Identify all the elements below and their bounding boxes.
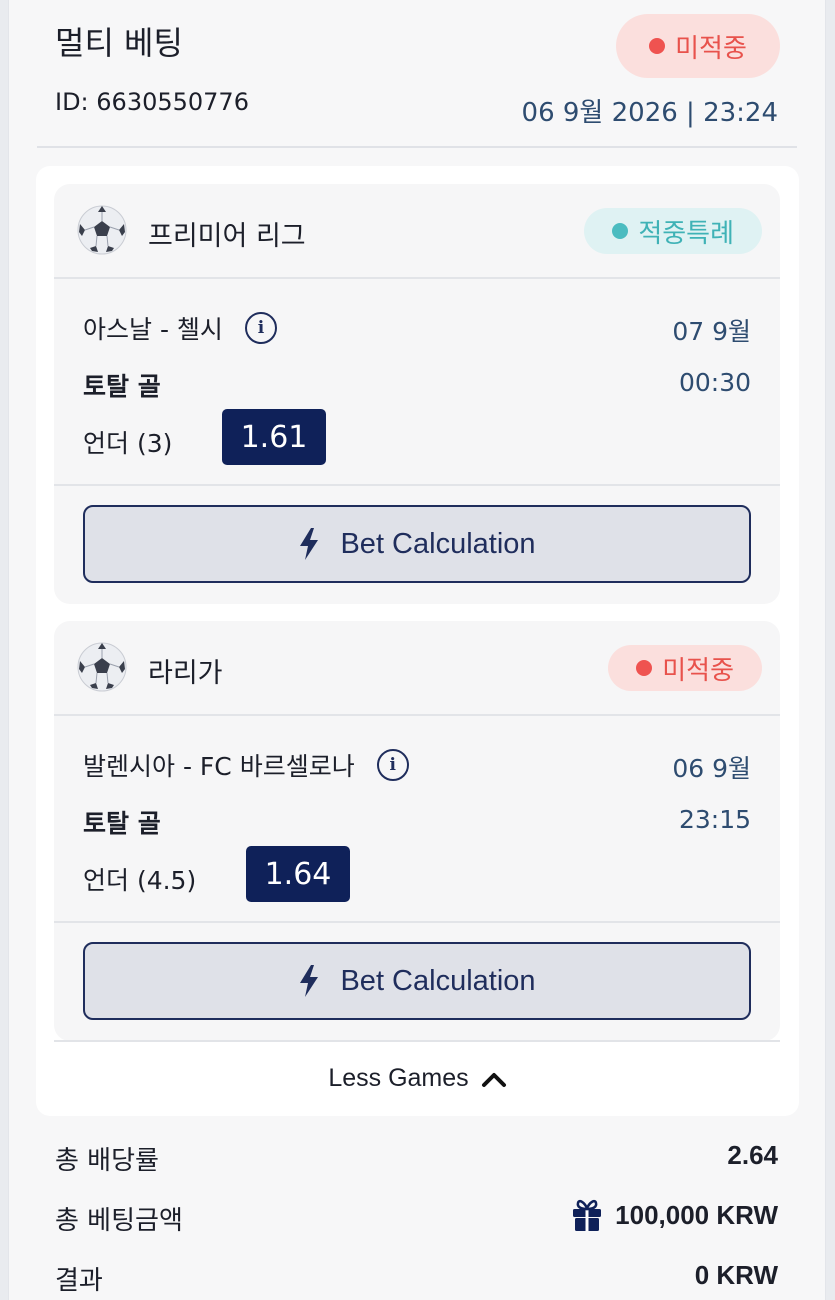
chevron-up-icon [481,1072,506,1087]
game-status-label: 적중특례 [638,218,734,249]
bet-status-badge: 미적중 [616,14,780,78]
total-stake: 100,000 KRW [571,1198,778,1232]
league-name: 라리가 [148,658,223,689]
game-status-badge: 적중특례 [584,208,762,254]
total-stake-value: 100,000 KRW [615,1199,778,1230]
market-name: 토탈 골 [83,809,161,838]
info-icon[interactable]: i [376,749,409,781]
less-games-toggle[interactable]: Less Games [36,1064,799,1093]
bet-calculation-button[interactable]: Bet Calculation [83,942,751,1020]
league-name: 프리미어 리그 [148,221,306,252]
total-stake-label: 총 베팅금액 [55,1206,183,1236]
lightning-bolt-icon [300,528,319,560]
match-teams: 아스날 - 첼시 [83,315,223,344]
match-teams: 발렌시아 - FC 바르셀로나 [83,752,355,781]
game-time: 00:30 [678,368,751,397]
total-odds-label: 총 배당률 [55,1146,159,1176]
less-games-divider [54,1040,780,1042]
game-header: 라리가 미적중 [54,621,780,715]
bet-calculation-label: Bet Calculation [340,527,536,560]
game-item: 프리미어 리그 적중특례 아스날 - 첼시 i 07 9월 토탈 골 00:30… [54,184,780,604]
header-divider [37,146,797,148]
game-status-label: 미적중 [662,655,734,686]
bet-id: ID: 6630550776 [55,88,249,116]
result-label: 결과 [55,1266,103,1296]
bet-calculation-label: Bet Calculation [340,964,536,997]
bet-type-title: 멀티 베팅 [55,24,183,62]
soccer-ball-icon [77,642,127,692]
selection-name: 언더 (4.5) [83,866,197,895]
total-odds-value: 2.64 [727,1140,778,1170]
info-icon[interactable]: i [244,312,277,344]
games-card: 프리미어 리그 적중특례 아스날 - 첼시 i 07 9월 토탈 골 00:30… [36,166,799,1116]
game-item: 라리가 미적중 발렌시아 - FC 바르셀로나 i 06 9월 토탈 골 23:… [54,621,780,1041]
game-header: 프리미어 리그 적중특례 [54,184,780,278]
game-date: 07 9월 [672,317,751,346]
odds-badge: 1.61 [222,409,326,465]
bet-datetime: 06 9월 2026 | 23:24 [521,98,778,128]
odds-badge: 1.64 [246,846,350,902]
status-dot-icon [636,660,653,676]
selection-name: 언더 (3) [83,429,173,458]
less-games-label: Less Games [328,1064,469,1092]
game-time: 23:15 [678,805,751,834]
bet-calculation-button[interactable]: Bet Calculation [83,505,751,583]
result-value: 0 KRW [694,1260,778,1290]
gift-icon [573,1199,602,1231]
game-status-badge: 미적중 [608,645,762,691]
match-name: 아스날 - 첼시 i [83,310,277,346]
match-name: 발렌시아 - FC 바르셀로나 i [83,747,409,783]
game-date: 06 9월 [672,754,751,783]
game-divider [54,921,780,923]
market-name: 토탈 골 [83,372,161,401]
game-divider [54,714,780,716]
status-dot-icon [612,223,629,239]
bet-status-label: 미적중 [675,33,747,64]
bet-detail-panel: 멀티 베팅 ID: 6630550776 미적중 06 9월 2026 | 23… [8,0,826,1300]
lightning-bolt-icon [300,965,319,997]
game-divider [54,484,780,486]
game-divider [54,277,780,279]
soccer-ball-icon [77,205,127,255]
status-dot-icon [649,38,666,54]
